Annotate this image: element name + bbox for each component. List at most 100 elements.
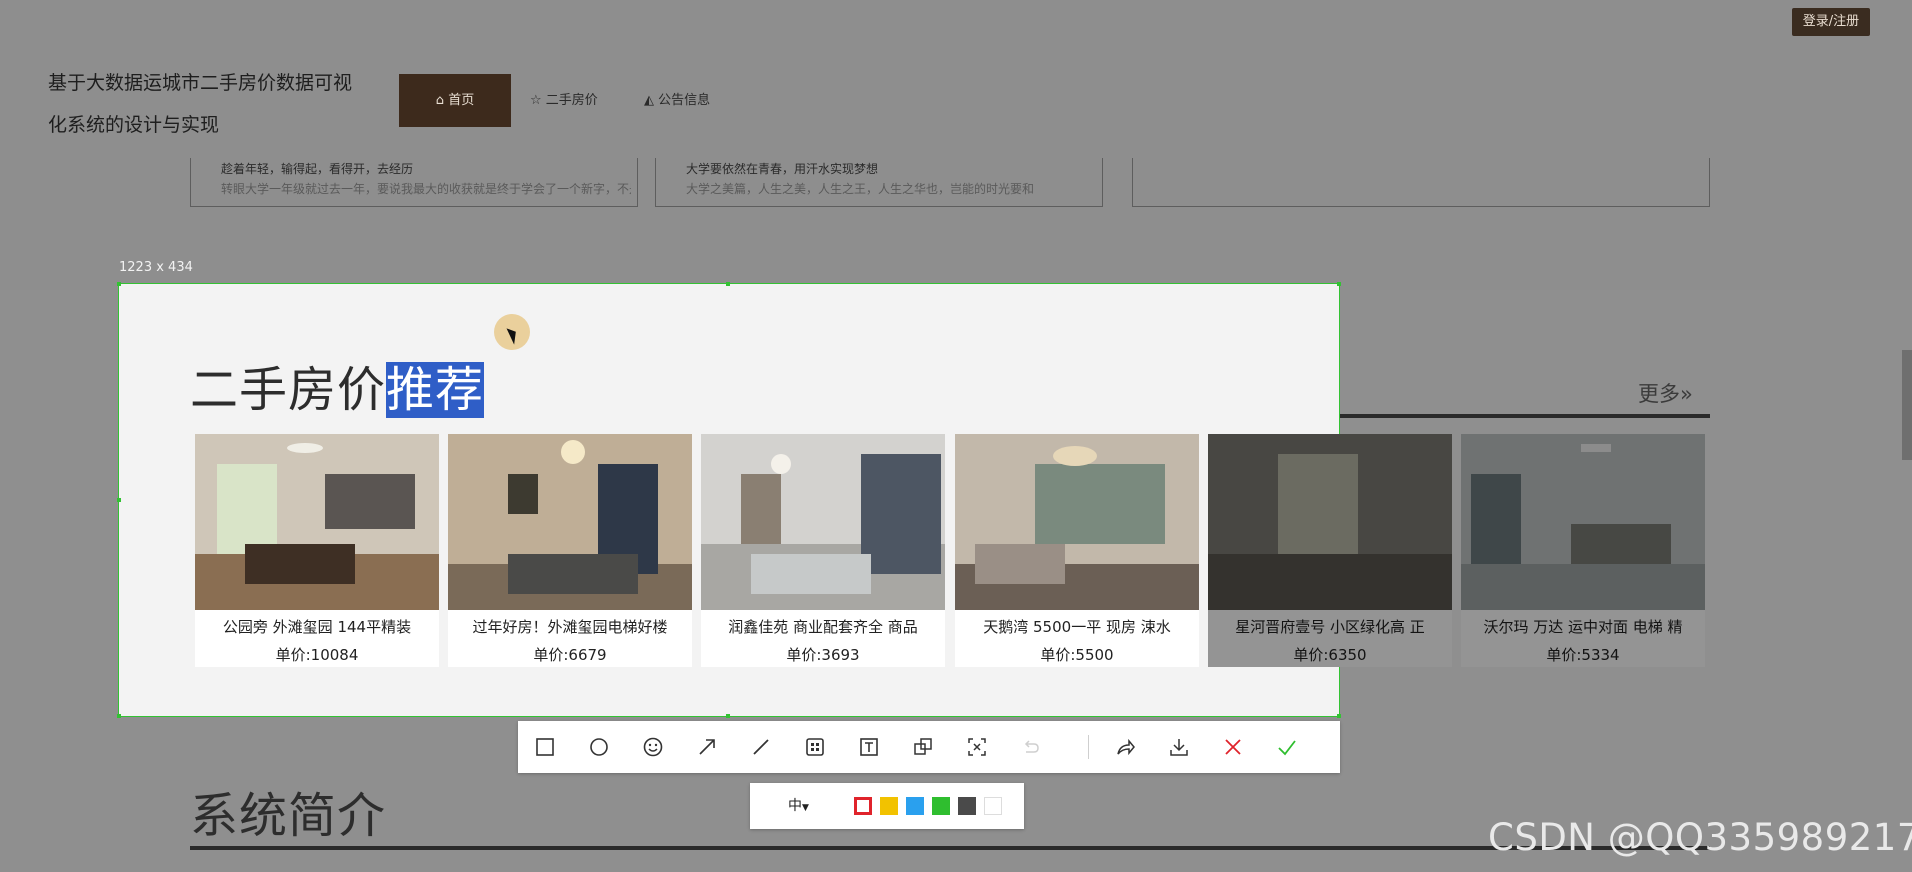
listing-name: 沃尔玛 万达 运中对面 电梯 精 bbox=[1483, 618, 1683, 636]
home-icon: ⌂ bbox=[435, 93, 445, 108]
more-link[interactable]: 更多» bbox=[1638, 378, 1693, 408]
size-select[interactable]: 中▼ bbox=[788, 783, 809, 831]
arrow-tool-button[interactable] bbox=[680, 721, 734, 773]
recommend-section-title: 二手房价推荐 bbox=[190, 350, 485, 420]
listing-card[interactable]: 公园旁 外滩玺园 144平精装 单价:10084 bbox=[195, 434, 439, 667]
listing-card[interactable]: 过年好房！外滩玺园电梯好楼 单价:6679 bbox=[448, 434, 692, 667]
listing-price: 单价:6350 bbox=[1293, 646, 1367, 664]
cancel-tool-button[interactable] bbox=[1206, 721, 1260, 773]
undo-icon bbox=[1024, 740, 1039, 753]
color-swatch-gray[interactable] bbox=[958, 797, 976, 815]
ellipse-tool-button[interactable] bbox=[572, 721, 626, 773]
emoji-icon bbox=[643, 737, 663, 757]
listing-photo bbox=[1208, 434, 1452, 610]
resize-handle[interactable] bbox=[117, 498, 121, 502]
color-swatch-yellow[interactable] bbox=[880, 797, 898, 815]
nav-notice-label: 公告信息 bbox=[658, 93, 711, 108]
listing-photo bbox=[448, 434, 692, 610]
nav-item-notice[interactable]: ◭ 公告信息 bbox=[644, 74, 710, 127]
site-title: 基于大数据运城市二手房价数据可视 化系统的设计与实现 bbox=[48, 62, 388, 146]
rectangle-icon bbox=[536, 738, 554, 756]
pen-tool-button[interactable] bbox=[734, 721, 788, 773]
listing-name: 过年好房！外滩玺园电梯好楼 bbox=[472, 618, 668, 636]
pen-icon bbox=[753, 739, 769, 755]
nav-home-label: 首页 bbox=[448, 93, 475, 108]
text-tool-button[interactable] bbox=[842, 721, 896, 773]
more-label: 更多 bbox=[1638, 382, 1680, 406]
color-swatch-blue[interactable] bbox=[906, 797, 924, 815]
color-swatch-white[interactable] bbox=[984, 797, 1002, 815]
watermark: CSDN @QQ3359892174 bbox=[1488, 816, 1912, 859]
listing-name: 星河晋府壹号 小区绿化高 正 bbox=[1235, 618, 1425, 636]
resize-handle[interactable] bbox=[1337, 714, 1341, 718]
listing-price: 单价:10084 bbox=[275, 646, 359, 664]
arrow-icon bbox=[699, 739, 715, 755]
news-card-excerpt: 大学之美篇，人生之美，人生之王，人生之华也，岂能的时光要和 bbox=[686, 182, 1035, 196]
download-tool-button[interactable] bbox=[1152, 721, 1206, 773]
resize-handle[interactable] bbox=[1337, 282, 1341, 286]
recommend-title-text: 二手房价 bbox=[190, 362, 387, 418]
news-card-title: 大学要依然在青春，用汗水实现梦想 bbox=[686, 162, 879, 176]
toolbar-divider bbox=[1088, 735, 1089, 759]
ocr-icon bbox=[968, 738, 986, 756]
listing-photo bbox=[701, 434, 945, 610]
news-card[interactable] bbox=[1132, 158, 1710, 207]
listing-photo bbox=[195, 434, 439, 610]
news-card[interactable]: 大学要依然在青春，用汗水实现梦想 大学之美篇，人生之美，人生之王，人生之华也，岂… bbox=[655, 158, 1103, 207]
mosaic-icon bbox=[806, 738, 824, 756]
size-select-value: 中 bbox=[788, 798, 802, 814]
color-picker-bar: 中▼ bbox=[750, 783, 1024, 829]
resize-handle[interactable] bbox=[117, 282, 121, 286]
section-divider bbox=[190, 846, 1710, 850]
recommend-title-highlight: 推荐 bbox=[386, 362, 485, 418]
star-icon: ☆ bbox=[530, 93, 542, 108]
screenshot-toolbar bbox=[518, 721, 1340, 773]
nav-item-home[interactable]: ⌂ 首页 bbox=[399, 74, 511, 127]
selection-size-label: 1223 x 434 bbox=[119, 260, 193, 275]
mosaic-tool-button[interactable] bbox=[788, 721, 842, 773]
share-icon bbox=[1117, 738, 1135, 756]
news-card[interactable]: 趁着年轻，输得起，看得开，去经历 转眼大学一年级就过去一年，要说我最大的收获就是… bbox=[190, 158, 638, 207]
listing-price: 单价:5334 bbox=[1546, 646, 1620, 664]
resize-handle[interactable] bbox=[726, 714, 730, 718]
news-card-excerpt: 转眼大学一年级就过去一年，要说我最大的收获就是终于学会了一个新字，不是 bbox=[221, 182, 631, 196]
cancel-icon bbox=[1225, 739, 1241, 755]
color-swatch-green[interactable] bbox=[932, 797, 950, 815]
color-swatch-red[interactable] bbox=[854, 797, 872, 815]
confirm-tool-button[interactable] bbox=[1260, 721, 1314, 773]
login-register-button[interactable]: 登录/注册 bbox=[1792, 8, 1870, 36]
listing-name: 润鑫佳苑 商业配套齐全 商品 bbox=[728, 618, 918, 636]
rectangle-tool-button[interactable] bbox=[518, 721, 572, 773]
listing-card[interactable]: 天鹅湾 5500一平 现房 涑水 单价:5500 bbox=[955, 434, 1199, 667]
chevron-down-icon: ▼ bbox=[802, 803, 809, 813]
double-chevron-right-icon: » bbox=[1680, 382, 1693, 406]
resize-handle[interactable] bbox=[117, 714, 121, 718]
resize-handle[interactable] bbox=[726, 282, 730, 286]
listing-card[interactable]: 润鑫佳苑 商业配套齐全 商品 单价:3693 bbox=[701, 434, 945, 667]
ellipse-icon bbox=[590, 738, 608, 756]
download-icon bbox=[1170, 739, 1188, 756]
confirm-icon bbox=[1278, 740, 1296, 756]
text-icon bbox=[860, 738, 878, 756]
undo-tool-button[interactable] bbox=[1004, 721, 1058, 773]
intro-section-title: 系统简介 bbox=[190, 788, 387, 844]
copy-icon bbox=[914, 738, 932, 755]
emoji-tool-button[interactable] bbox=[626, 721, 680, 773]
scrollbar-thumb[interactable] bbox=[1902, 350, 1912, 460]
listing-name: 天鹅湾 5500一平 现房 涑水 bbox=[983, 618, 1171, 636]
listing-card[interactable]: 星河晋府壹号 小区绿化高 正 单价:6350 bbox=[1208, 434, 1452, 667]
listing-card[interactable]: 沃尔玛 万达 运中对面 电梯 精 单价:5334 bbox=[1461, 434, 1705, 667]
copy-tool-button[interactable] bbox=[896, 721, 950, 773]
bell-icon: ◭ bbox=[644, 93, 654, 108]
listing-photo bbox=[1461, 434, 1705, 610]
listing-price: 单价:5500 bbox=[1040, 646, 1114, 664]
ocr-tool-button[interactable] bbox=[950, 721, 1004, 773]
listing-name: 公园旁 外滩玺园 144平精装 bbox=[222, 618, 412, 636]
listing-price: 单价:3693 bbox=[786, 646, 860, 664]
share-tool-button[interactable] bbox=[1098, 721, 1152, 773]
listing-price: 单价:6679 bbox=[533, 646, 607, 664]
news-card-title: 趁着年轻，输得起，看得开，去经历 bbox=[221, 162, 414, 176]
listing-photo bbox=[955, 434, 1199, 610]
nav-secondhand-label: 二手房价 bbox=[545, 93, 598, 108]
nav-item-secondhand-price[interactable]: ☆ 二手房价 bbox=[530, 74, 598, 127]
